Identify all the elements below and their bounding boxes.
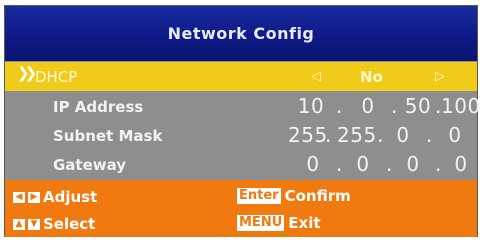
ip-address-label: IP Address	[53, 98, 144, 116]
ip-octet-1[interactable]: 10	[293, 94, 329, 118]
gateway-dot: .	[386, 152, 393, 176]
enter-key-icon: Enter	[237, 188, 281, 204]
selected-arrows-icon: ❯❯	[17, 64, 37, 82]
ip-octet-3[interactable]: 50	[400, 94, 436, 118]
confirm-hint: Enter Confirm	[237, 187, 351, 205]
gateway-octet-4[interactable]: 0	[443, 152, 479, 176]
gateway-octet-2[interactable]: 0	[345, 152, 381, 176]
adjust-label: Adjust	[43, 188, 98, 206]
down-key-icon: ▼	[28, 218, 40, 230]
exit-label: Exit	[288, 214, 321, 232]
subnet-dot: .	[426, 123, 433, 147]
menu-key-icon: MENU	[237, 215, 285, 231]
key-hints-footer: ◀ ▶ Adjust ▲ ▼ Select Enter Confirm MENU…	[5, 180, 477, 237]
gateway-label: Gateway	[53, 156, 127, 174]
subnet-mask-row[interactable]: Subnet Mask 255 . 255 . 0 . 0	[5, 122, 477, 150]
up-key-icon: ▲	[13, 218, 25, 230]
gateway-row[interactable]: Gateway 0 . 0 . 0 . 0	[5, 151, 477, 179]
select-hint: ▲ ▼ Select	[13, 215, 95, 233]
right-key-icon: ▶	[28, 191, 40, 203]
adjust-hint: ◀ ▶ Adjust	[13, 188, 97, 206]
dhcp-row[interactable]: ❯❯ DHCP ◁ No ▷	[5, 62, 477, 91]
subnet-octet-3[interactable]: 0	[385, 123, 421, 147]
dhcp-label: DHCP	[35, 68, 78, 86]
dhcp-value[interactable]: No	[360, 68, 383, 86]
left-arrow-icon[interactable]: ◁	[311, 69, 321, 84]
subnet-octet-4[interactable]: 0	[437, 123, 473, 147]
subnet-octet-2[interactable]: 255	[337, 123, 376, 147]
menu-title: Network Config	[5, 6, 477, 61]
gateway-octet-3[interactable]: 0	[395, 152, 431, 176]
exit-hint: MENU Exit	[237, 214, 321, 232]
confirm-label: Confirm	[284, 187, 351, 205]
gateway-octet-1[interactable]: 0	[295, 152, 331, 176]
gateway-dot: .	[435, 152, 442, 176]
left-key-icon: ◀	[13, 191, 25, 203]
subnet-dot: .	[325, 123, 332, 147]
subnet-octet-1[interactable]: 255	[288, 123, 327, 147]
subnet-dot: .	[377, 123, 384, 147]
right-arrow-icon[interactable]: ▷	[435, 69, 445, 84]
ip-dot: .	[391, 94, 398, 118]
subnet-mask-label: Subnet Mask	[53, 127, 163, 145]
ip-octet-4[interactable]: 100	[441, 94, 480, 118]
select-label: Select	[43, 215, 96, 233]
gateway-dot: .	[336, 152, 343, 176]
ip-address-row[interactable]: IP Address 10 . 0 . 50 . 100	[5, 93, 480, 121]
network-config-osd: Network Config ❯❯ DHCP ◁ No ▷ IP Address…	[4, 5, 480, 237]
ip-octet-2[interactable]: 0	[350, 94, 386, 118]
ip-dot: .	[336, 94, 343, 118]
